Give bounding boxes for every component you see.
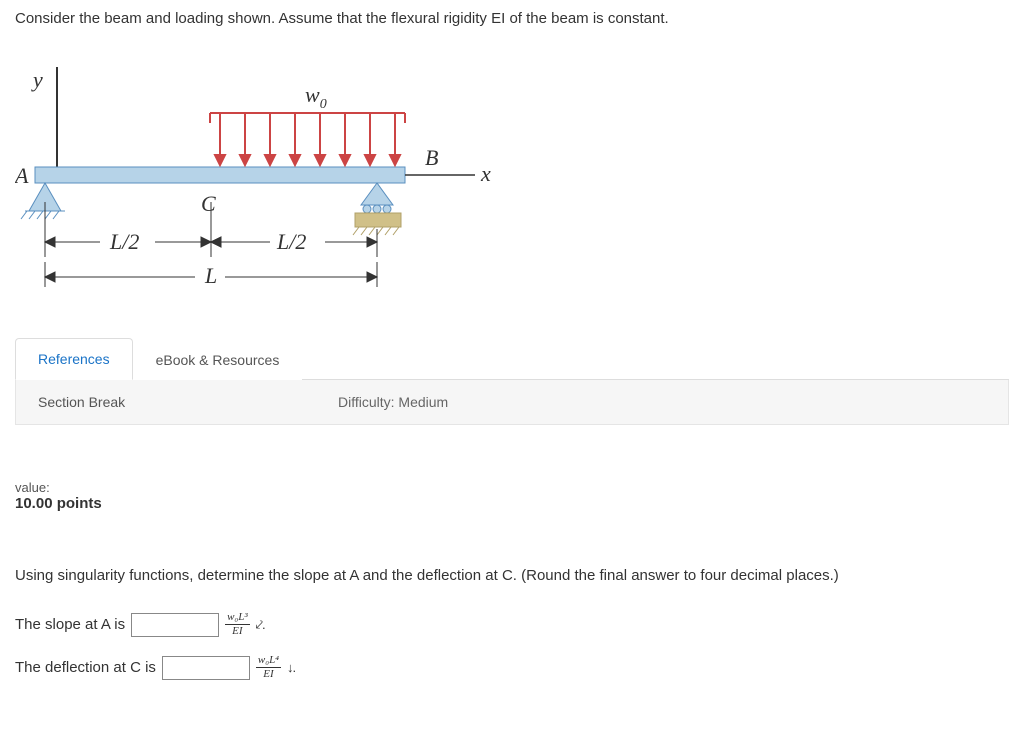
y-axis-label: y xyxy=(31,67,43,92)
point-A-label: A xyxy=(15,163,29,188)
deflection-direction-icon: ↓. xyxy=(287,660,295,675)
value-block: value: 10.00 points xyxy=(15,480,1009,512)
tab-ebook[interactable]: eBook & Resources xyxy=(133,339,303,380)
section-break-row: Section Break Difficulty: Medium xyxy=(15,380,1009,425)
tab-references[interactable]: References xyxy=(15,338,133,380)
slope-direction-icon: ⤦. xyxy=(256,617,265,633)
deflection-unit-fraction: w₀L⁴ EI xyxy=(256,655,281,680)
dim-L2-right: L/2 xyxy=(276,229,306,254)
slope-prefix: The slope at A is xyxy=(15,616,125,633)
question-text: Using singularity functions, determine t… xyxy=(15,567,1009,584)
beam-figure: y x w0 A B xyxy=(15,47,495,307)
deflection-prefix: The deflection at C is xyxy=(15,659,156,676)
slope-unit-fraction: w₀L³ EI xyxy=(225,612,250,637)
slope-answer-line: The slope at A is w₀L³ EI ⤦. xyxy=(15,612,1009,637)
x-axis-label: x xyxy=(480,161,491,186)
slope-input[interactable] xyxy=(131,613,219,637)
difficulty-label: Difficulty: Medium xyxy=(338,394,448,410)
value-label: value: xyxy=(15,480,1009,495)
point-C-label: C xyxy=(201,191,216,216)
section-break-label: Section Break xyxy=(38,394,338,410)
deflection-answer-line: The deflection at C is w₀L⁴ EI ↓. xyxy=(15,655,1009,680)
problem-statement: Consider the beam and loading shown. Ass… xyxy=(15,10,1009,27)
dim-L2-left: L/2 xyxy=(109,229,139,254)
value-points: 10.00 points xyxy=(15,495,1009,512)
tabs-row: References eBook & Resources xyxy=(15,337,1009,380)
dim-L: L xyxy=(204,263,217,288)
point-B-label: B xyxy=(425,145,438,170)
w0-label: w0 xyxy=(305,82,327,112)
deflection-input[interactable] xyxy=(162,656,250,680)
